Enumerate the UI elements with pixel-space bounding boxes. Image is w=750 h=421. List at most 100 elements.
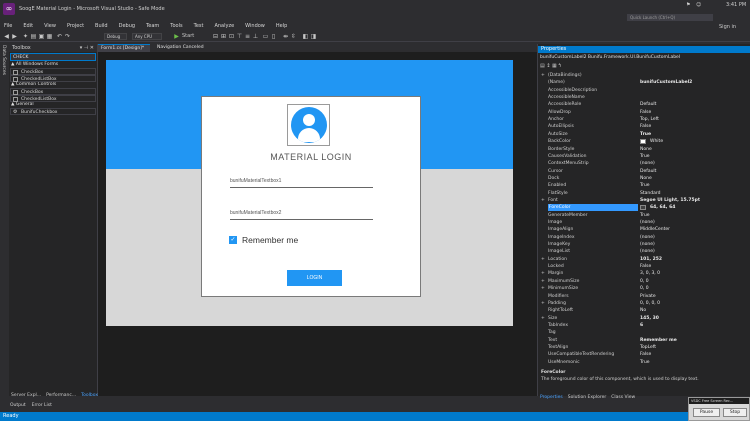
property-row[interactable]: + Margin 3, 0, 3, 0 <box>540 270 748 277</box>
property-value[interactable]: MiddleCenter <box>640 226 670 233</box>
property-row[interactable]: AccessibleRole Default <box>540 101 748 108</box>
redo-icon[interactable]: ↷ <box>64 33 71 40</box>
property-value[interactable]: 0, 0, 0, 0 <box>640 300 660 307</box>
property-row[interactable]: Text Remember me <box>540 337 748 344</box>
align-bottom-icon[interactable]: ⊥ <box>252 33 259 40</box>
property-value[interactable]: 145, 30 <box>640 315 659 322</box>
tab-form1-design[interactable]: Form1.cs [Design]* <box>98 44 150 52</box>
property-value[interactable]: Private <box>640 293 656 300</box>
tab-solution-explorer[interactable]: Solution Explorer <box>568 395 607 400</box>
tab-toolbox[interactable]: Toolbox <box>81 393 98 398</box>
property-row[interactable]: BorderStyle None <box>540 146 748 153</box>
expand-icon[interactable]: + <box>541 270 545 277</box>
open-icon[interactable]: ▤ <box>30 33 37 40</box>
property-row[interactable]: ImageList (none) <box>540 248 748 255</box>
property-value[interactable]: Segoe UI Light, 15.75pt <box>640 197 700 204</box>
events-icon[interactable]: ϟ <box>558 63 563 69</box>
expand-icon[interactable]: + <box>541 285 545 292</box>
property-row[interactable]: TabIndex 6 <box>540 322 748 329</box>
property-value[interactable]: True <box>640 182 650 189</box>
property-row[interactable]: FlatStyle Standard <box>540 190 748 197</box>
config-dropdown[interactable]: Debug <box>104 33 127 40</box>
property-value[interactable]: False <box>640 351 651 358</box>
remember-me-checkbox[interactable]: ✓ Remember me <box>229 234 299 246</box>
menu-tools[interactable]: Tools <box>170 22 182 31</box>
align-top-icon[interactable]: ⊤ <box>236 33 243 40</box>
expand-icon[interactable]: + <box>541 72 545 79</box>
property-row[interactable]: AllowDrop False <box>540 109 748 116</box>
property-row[interactable]: ContextMenuStrip (none) <box>540 160 748 167</box>
property-row[interactable]: Anchor Top, Left <box>540 116 748 123</box>
same-size-icon[interactable]: ▭ <box>262 33 269 40</box>
property-value[interactable]: (none) <box>640 219 655 226</box>
expand-icon[interactable]: + <box>541 300 545 307</box>
property-row[interactable]: TextAlign TopLeft <box>540 344 748 351</box>
save-all-icon[interactable]: ▦ <box>46 33 53 40</box>
property-value[interactable]: Default <box>640 168 656 175</box>
tab-server-explorer[interactable]: Server Expl... <box>11 393 41 398</box>
stop-button[interactable]: Stop <box>723 408 747 417</box>
property-row[interactable]: Image (none) <box>540 219 748 226</box>
property-row[interactable]: AccessibleName <box>540 94 748 101</box>
property-row[interactable]: ImageAlign MiddleCenter <box>540 226 748 233</box>
property-row[interactable]: AccessibleDescription <box>540 87 748 94</box>
property-row[interactable]: GenerateMember True <box>540 212 748 219</box>
platform-dropdown[interactable]: Any CPU <box>132 33 162 40</box>
expand-icon[interactable]: + <box>541 278 545 285</box>
property-value[interactable]: 64, 64, 64 <box>650 204 675 211</box>
tab-error-list[interactable]: Error List <box>32 403 52 408</box>
save-icon[interactable]: ▣ <box>38 33 45 40</box>
quick-launch-input[interactable]: Quick Launch (Ctrl+Q) <box>627 14 713 21</box>
property-value[interactable]: White <box>650 138 663 145</box>
property-value[interactable]: 0, 0 <box>640 285 649 292</box>
feedback-icon[interactable]: ☺ <box>696 2 701 8</box>
property-row[interactable]: Enabled True <box>540 182 748 189</box>
align-center-icon[interactable]: ⊞ <box>220 33 227 40</box>
flag-icon[interactable]: ⚑ <box>686 2 690 8</box>
property-row[interactable]: ForeColor 64, 64, 64 <box>540 204 748 212</box>
toolbox-item-checkedlistbox[interactable]: CheckedListBox <box>10 75 96 82</box>
property-value[interactable]: (none) <box>640 160 655 167</box>
property-row[interactable]: RightToLeft No <box>540 307 748 314</box>
property-row[interactable]: Modifiers Private <box>540 293 748 300</box>
new-project-icon[interactable]: ✦ <box>22 33 29 40</box>
property-value[interactable]: 6 <box>640 322 643 329</box>
property-value[interactable]: TopLeft <box>640 344 656 351</box>
property-value[interactable]: False <box>640 123 651 130</box>
property-value[interactable]: True <box>640 153 650 160</box>
start-play-icon[interactable]: ▶ <box>173 33 180 40</box>
property-row[interactable]: + Location 101, 252 <box>540 256 748 263</box>
property-value[interactable]: 3, 0, 3, 0 <box>640 270 660 277</box>
property-value[interactable]: False <box>640 263 651 270</box>
property-value[interactable]: True <box>640 212 650 219</box>
align-right-icon[interactable]: ⊡ <box>228 33 235 40</box>
login-button[interactable]: LOGIN <box>287 270 342 286</box>
property-row[interactable]: + Padding 0, 0, 0, 0 <box>540 300 748 307</box>
property-row[interactable]: CausesValidation True <box>540 153 748 160</box>
send-back-icon[interactable]: ◨ <box>310 33 317 40</box>
property-row[interactable]: (Name) bunifuCustomLabel2 <box>540 79 748 86</box>
password-field[interactable]: bunifuMaterialTextbox2 <box>230 208 373 220</box>
align-left-icon[interactable]: ⊟ <box>212 33 219 40</box>
bring-front-icon[interactable]: ◧ <box>302 33 309 40</box>
menu-build[interactable]: Build <box>95 22 108 31</box>
property-value[interactable]: (none) <box>640 234 655 241</box>
property-row[interactable]: UseMnemonic True <box>540 359 748 366</box>
toolbox-item-checkbox[interactable]: CheckBox <box>10 68 96 75</box>
toolbox-item-checkbox[interactable]: CheckBox <box>10 88 96 95</box>
property-row[interactable]: + Font Segoe UI Light, 15.75pt <box>540 197 748 204</box>
property-value[interactable]: bunifuCustomLabel2 <box>640 79 692 86</box>
start-button[interactable]: Start <box>182 33 194 39</box>
property-row[interactable]: Dock None <box>540 175 748 182</box>
property-row[interactable]: ImageIndex (none) <box>540 234 748 241</box>
property-value[interactable]: Top, Left <box>640 116 659 123</box>
username-field[interactable]: bunifuMaterialTextbox1 <box>230 176 373 188</box>
tab-navigation-canceled[interactable]: Navigation Canceled <box>154 44 234 52</box>
data-sources-tab[interactable]: Data Sources <box>1 45 6 75</box>
property-value[interactable]: No <box>640 307 646 314</box>
toolbox-search-input[interactable]: CHECK <box>10 53 96 61</box>
align-middle-icon[interactable]: ≡ <box>244 33 251 40</box>
property-value[interactable]: Remember me <box>640 337 677 344</box>
expand-icon[interactable]: + <box>541 256 545 263</box>
tab-performance[interactable]: Performanc... <box>46 393 76 398</box>
